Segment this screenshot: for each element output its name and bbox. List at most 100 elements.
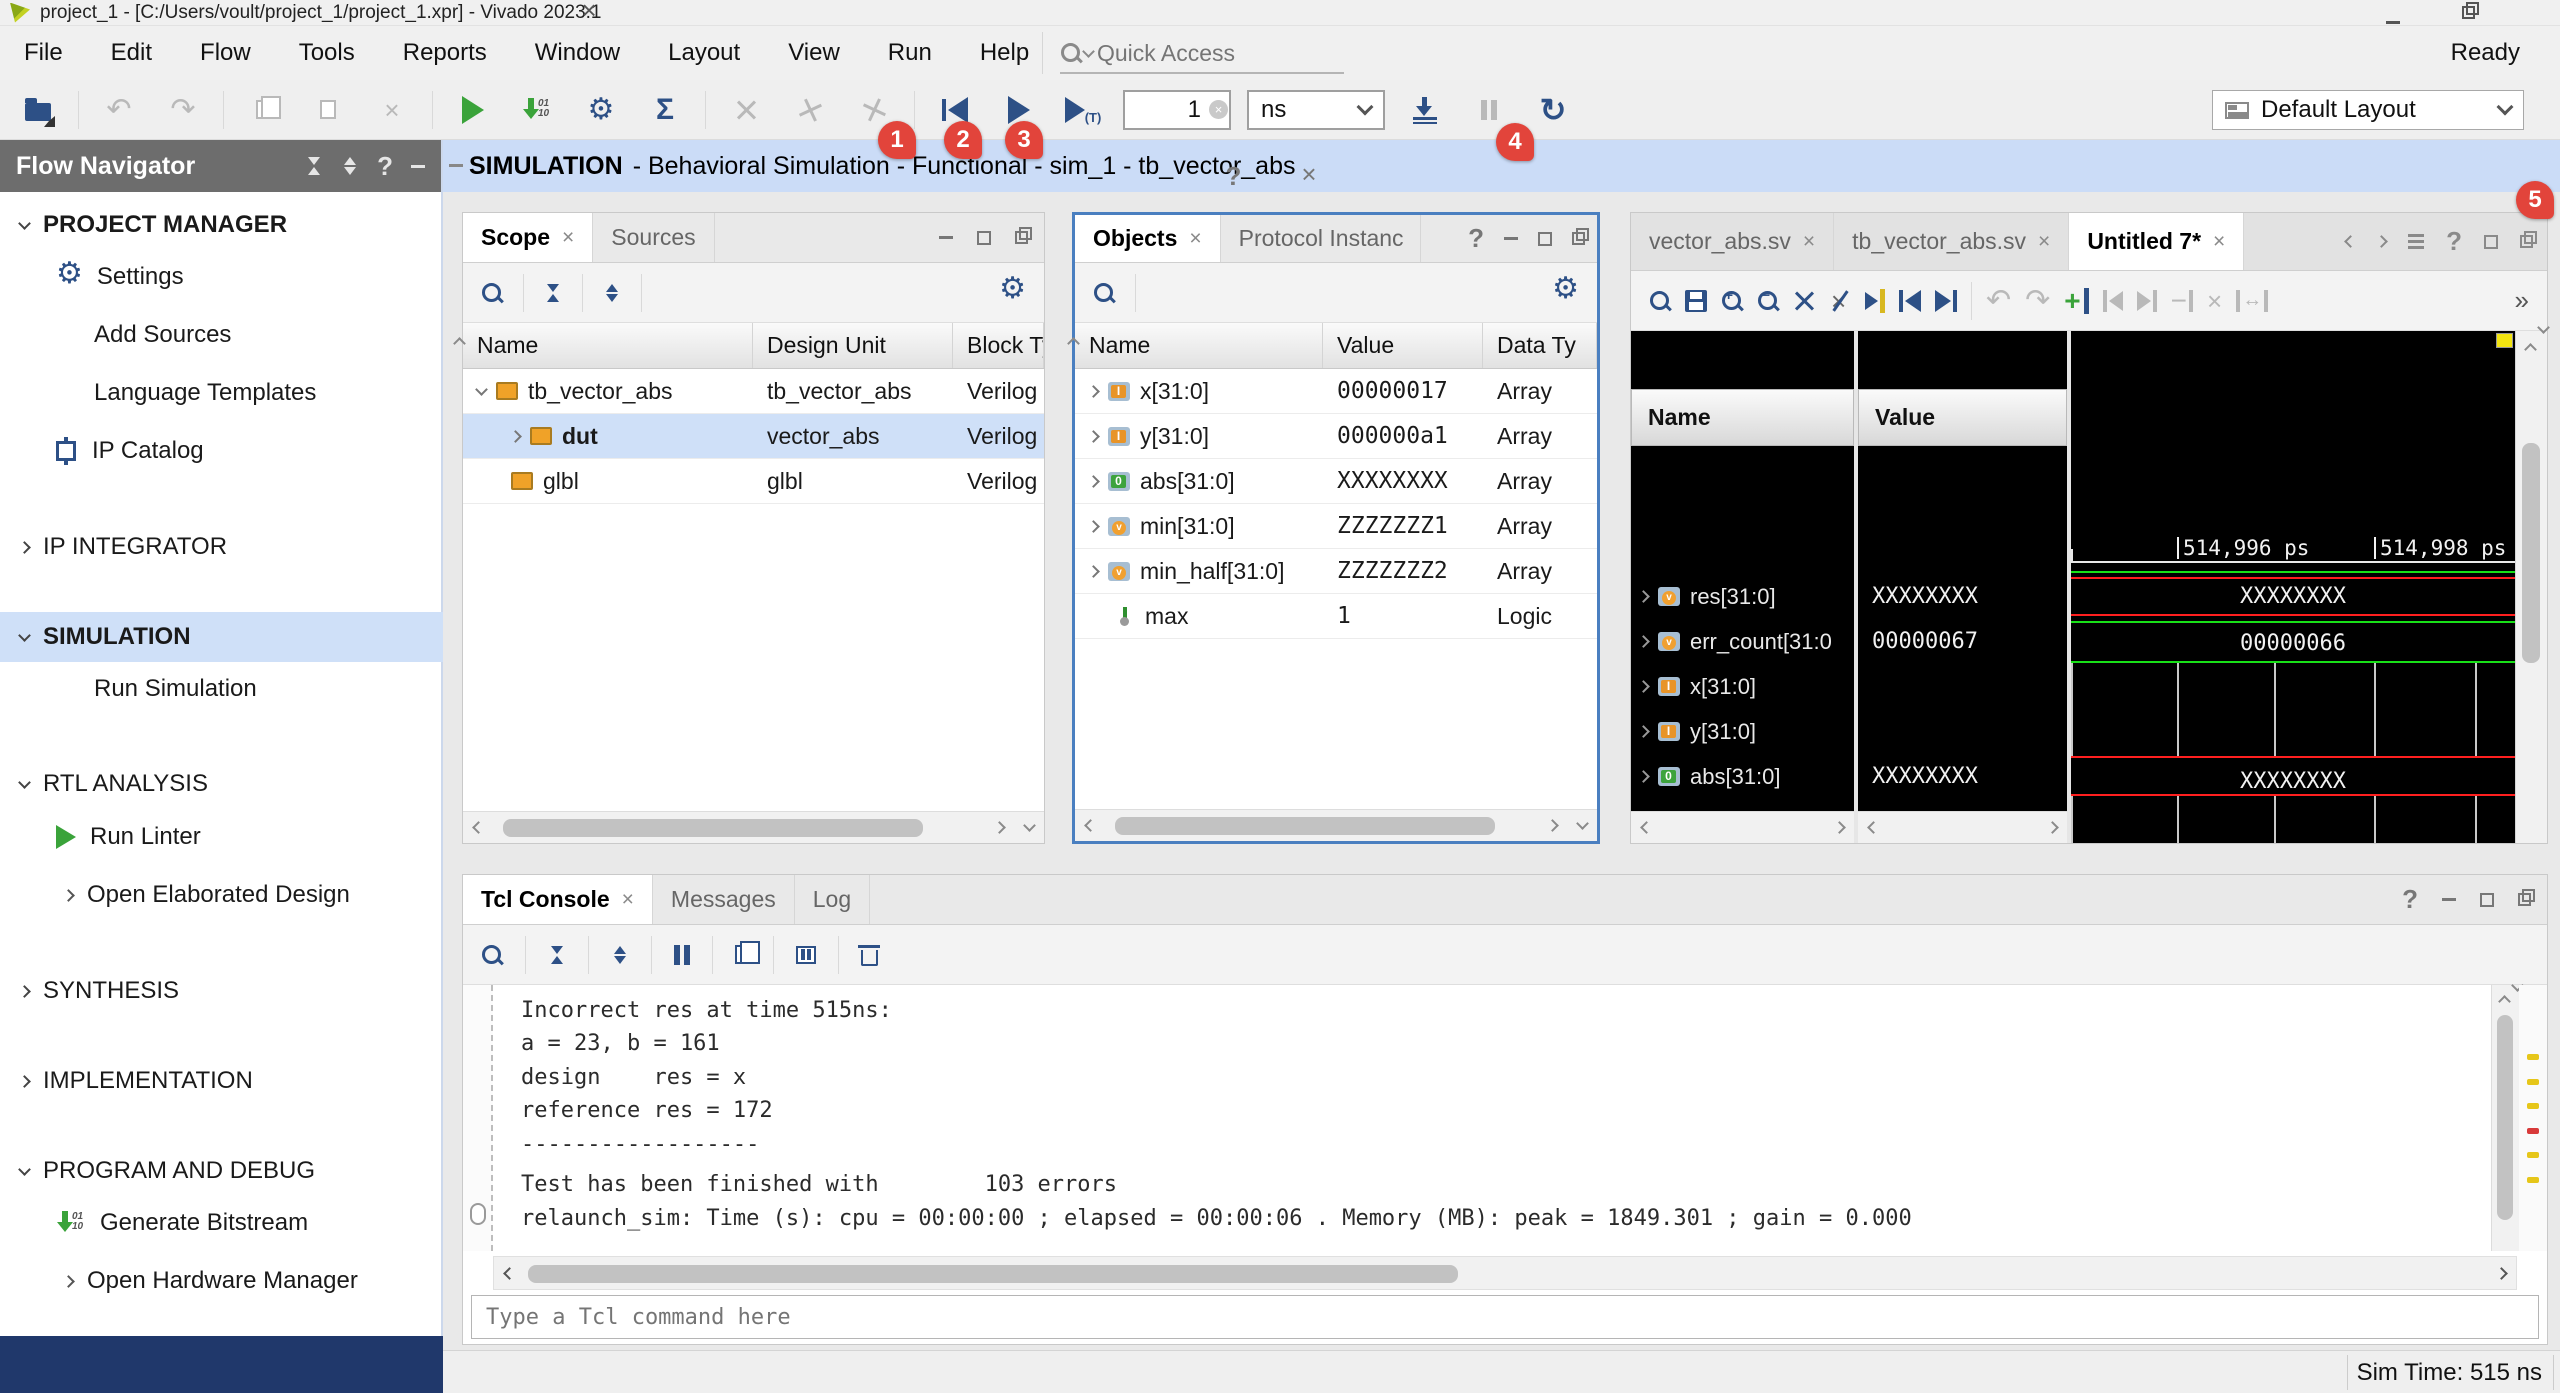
fold-marker-icon[interactable] <box>470 1203 486 1225</box>
column-header-design-unit[interactable]: Design Unit <box>753 323 953 368</box>
wave-signal-x[interactable]: x[31:0] <box>1639 664 1849 709</box>
sidebar-item-simulation[interactable]: SIMULATION <box>0 612 443 662</box>
gear-icon[interactable] <box>999 274 1026 304</box>
search-icon[interactable] <box>481 944 503 966</box>
sidebar-item-synthesis[interactable]: SYNTHESIS <box>0 967 443 1015</box>
time-cursor-flag[interactable] <box>2496 333 2513 348</box>
sidebar-item-ip-integrator[interactable]: IP INTEGRATOR <box>0 523 443 571</box>
column-header-value[interactable]: Value <box>1323 323 1483 368</box>
columns-icon[interactable] <box>796 946 816 964</box>
menu-edit[interactable]: Edit <box>87 26 176 80</box>
sim-time-input[interactable] <box>1131 96 1201 124</box>
console-vscrollbar[interactable] <box>2491 985 2519 1251</box>
tab-messages[interactable]: Messages <box>653 875 795 924</box>
menu-flow[interactable]: Flow <box>176 26 275 80</box>
next-transition-button[interactable] <box>1935 290 1957 312</box>
scroll-down-icon[interactable] <box>1014 825 1044 830</box>
sidebar-item-settings[interactable]: Settings <box>0 253 443 301</box>
sidebar-item-open-hardware-manager[interactable]: Open Hardware Manager <box>0 1257 443 1305</box>
search-icon[interactable] <box>481 282 503 304</box>
previous-transition-button[interactable] <box>1899 290 1921 312</box>
scope-hscrollbar[interactable] <box>463 811 1044 843</box>
tab-scope[interactable]: Scope× <box>463 213 593 262</box>
copy-icon[interactable] <box>735 945 751 964</box>
generate-bitstream-button[interactable] <box>513 86 561 134</box>
wave-value-hscrollbar[interactable] <box>1858 811 2067 843</box>
tab-vector-abs-sv[interactable]: vector_abs.sv× <box>1631 213 1834 270</box>
object-row-max[interactable]: max 1 Logic <box>1075 594 1597 639</box>
menu-help[interactable]: Help <box>956 26 1053 80</box>
collapse-all-icon[interactable] <box>548 944 566 966</box>
sidebar-item-open-elaborated-design[interactable]: Open Elaborated Design <box>0 871 443 919</box>
save-icon[interactable] <box>1685 290 1707 312</box>
wave-plot-area[interactable]: 514,996 ps 514,998 ps XXXXXXXX 00000066 … <box>2071 331 2515 843</box>
sidebar-item-project-manager[interactable]: PROJECT MANAGER <box>0 201 443 249</box>
wave-signal-abs[interactable]: abs[31:0] <box>1639 754 1849 799</box>
scroll-down-icon[interactable] <box>1567 823 1597 828</box>
tab-objects[interactable]: Objects× <box>1075 215 1221 262</box>
objects-hscrollbar[interactable] <box>1075 809 1597 841</box>
reports-sigma-button[interactable] <box>641 86 689 134</box>
tcl-command-input[interactable] <box>471 1295 2539 1339</box>
undo-button[interactable] <box>95 86 143 134</box>
sidebar-item-ip-catalog[interactable]: IP Catalog <box>0 427 443 475</box>
scroll-up-icon[interactable] <box>2498 995 2511 1008</box>
wave-column-header-value[interactable]: Value <box>1858 389 2067 446</box>
pointer-disabled-icon[interactable] <box>1829 290 1851 312</box>
scope-row-dut[interactable]: dut vector_abs Verilog M <box>463 414 1044 459</box>
help-icon[interactable] <box>1225 163 1241 190</box>
help-icon[interactable] <box>2402 886 2418 914</box>
window-close-button[interactable] <box>582 0 597 24</box>
minimize-icon[interactable] <box>939 236 953 239</box>
pause-output-icon[interactable] <box>674 945 690 965</box>
sidebar-item-language-templates[interactable]: Language Templates <box>0 369 443 417</box>
disabled-tool-2[interactable] <box>786 86 834 134</box>
zoom-in-icon[interactable]: + <box>1721 290 1743 312</box>
wave-signal-res[interactable]: res[31:0] <box>1639 574 1849 619</box>
clear-console-icon[interactable] <box>861 950 878 966</box>
scroll-up-icon[interactable] <box>2524 343 2537 356</box>
relaunch-button[interactable] <box>1529 86 1577 134</box>
collapse-all-icon[interactable] <box>544 282 562 304</box>
tab-tcl-console[interactable]: Tcl Console× <box>463 875 653 924</box>
help-icon[interactable] <box>1468 225 1484 253</box>
float-icon[interactable] <box>1572 232 1585 245</box>
next-marker-disabled-button[interactable] <box>2137 290 2157 312</box>
sim-time-unit-select[interactable]: ns <box>1247 90 1385 130</box>
maximize-icon[interactable] <box>2480 893 2494 907</box>
expand-all-icon[interactable] <box>603 282 621 304</box>
quick-access-input[interactable] <box>1097 40 1297 67</box>
copy-button[interactable] <box>240 86 288 134</box>
menu-layout[interactable]: Layout <box>644 26 764 80</box>
swap2-disabled-icon[interactable] <box>2025 286 2050 316</box>
tab-list-icon[interactable] <box>2408 234 2424 237</box>
search-icon[interactable] <box>1649 290 1671 312</box>
paste-button[interactable] <box>304 86 352 134</box>
tab-untitled-7[interactable]: Untitled 7*× <box>2069 213 2244 270</box>
close-icon[interactable]: × <box>1189 227 1201 251</box>
search-icon[interactable] <box>1093 282 1115 304</box>
redo-button[interactable] <box>159 86 207 134</box>
sidebar-item-rtl-analysis[interactable]: RTL ANALYSIS <box>0 760 443 808</box>
open-project-button[interactable] <box>14 86 62 134</box>
float-icon[interactable] <box>1015 231 1028 244</box>
delete-button[interactable] <box>368 86 416 134</box>
clear-time-icon[interactable]: × <box>1209 100 1228 119</box>
close-icon[interactable]: × <box>2213 230 2225 254</box>
object-row-min-half[interactable]: min_half[31:0] ZZZZZZZ2 Array <box>1075 549 1597 594</box>
toolbar-overflow-icon[interactable]: » <box>2515 285 2529 316</box>
menu-file[interactable]: File <box>0 26 87 80</box>
object-row-abs[interactable]: abs[31:0] XXXXXXXX Array <box>1075 459 1597 504</box>
run-for-time-button[interactable]: (T) <box>1059 86 1107 134</box>
menu-window[interactable]: Window <box>511 26 644 80</box>
fit-width-disabled-button[interactable]: ↔ <box>2236 289 2268 312</box>
scope-row-tb-vector-abs[interactable]: tb_vector_abs tb_vector_abs Verilog M <box>463 369 1044 414</box>
wave-vscrollbar[interactable] <box>2515 331 2547 843</box>
close-icon[interactable]: × <box>1803 230 1815 254</box>
scope-row-glbl[interactable]: glbl glbl Verilog M <box>463 459 1044 504</box>
sidebar-item-add-sources[interactable]: Add Sources <box>0 311 443 359</box>
swap-disabled-icon[interactable] <box>1986 286 2011 316</box>
settings-button[interactable] <box>577 86 625 134</box>
help-icon[interactable] <box>2446 228 2462 256</box>
float-icon[interactable] <box>2520 235 2533 248</box>
